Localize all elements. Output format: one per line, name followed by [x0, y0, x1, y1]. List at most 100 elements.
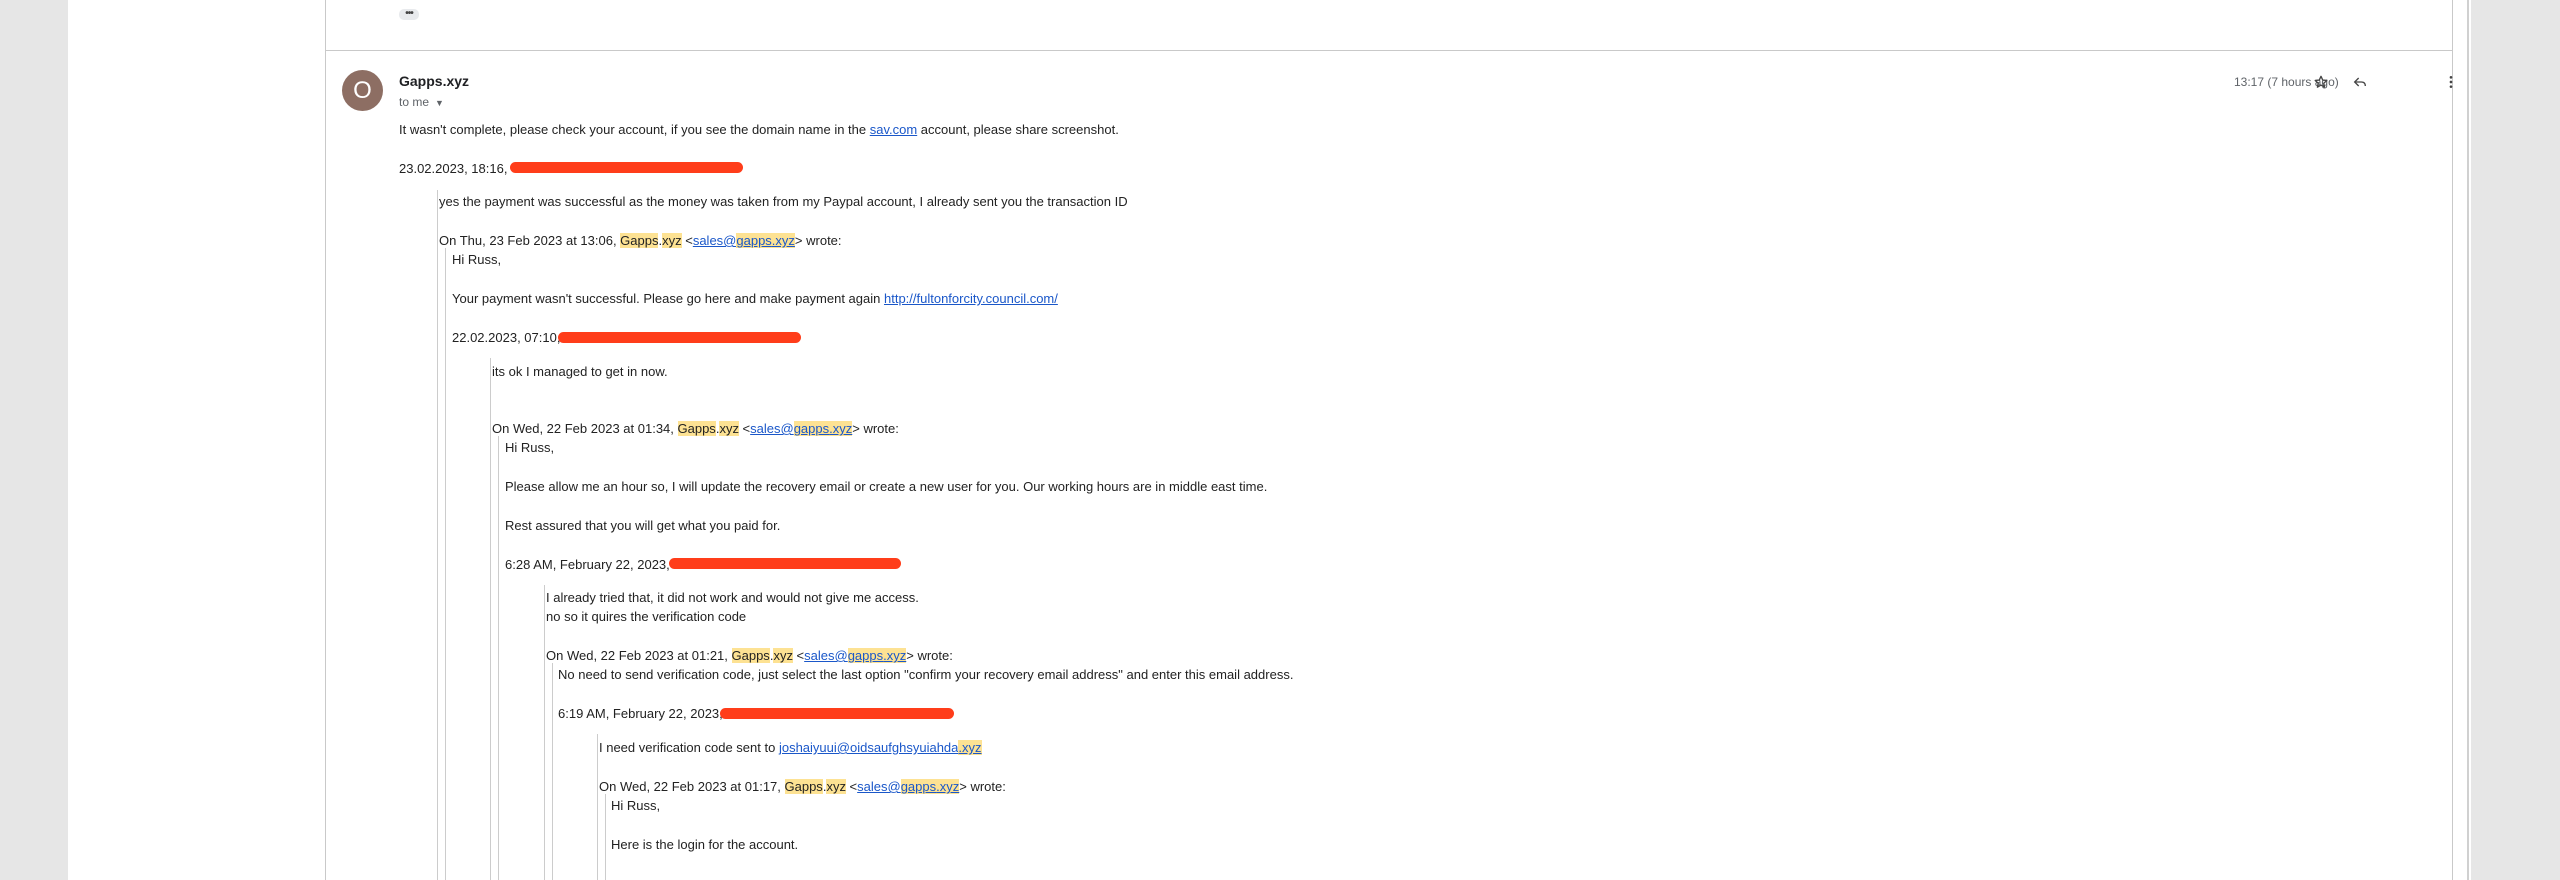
right-gutter — [2471, 0, 2560, 880]
sales-email-link[interactable]: sales@gapps.xyz — [804, 648, 907, 663]
highlight: gapps — [847, 648, 884, 663]
sales-email-link[interactable]: sales@gapps.xyz — [857, 779, 960, 794]
more-options-button[interactable] — [2439, 70, 2463, 94]
text-segment: sales@ — [750, 421, 794, 436]
quote-bar — [498, 436, 500, 880]
redaction-mark — [720, 708, 954, 719]
quote-text: its ok I managed to get in now. — [492, 364, 668, 379]
quote-text: No need to send verification code, just … — [558, 667, 1294, 682]
text-segment: < — [738, 421, 751, 436]
highlight: Gapps — [731, 648, 770, 663]
recipient-label: to me — [399, 95, 430, 109]
header-text: 23.02.2023, 18:16, — [399, 161, 508, 176]
quote-text: I already tried that, it did not work an… — [546, 590, 919, 605]
highlight: Gapps — [620, 233, 659, 248]
highlight: gapps — [793, 421, 830, 436]
quote-header: 6:19 AM, February 22, 2023, — [558, 706, 723, 721]
greeting: Hi Russ, — [452, 252, 502, 267]
header-text: 6:19 AM, February 22, 2023, — [558, 706, 723, 721]
highlight: gapps — [900, 779, 937, 794]
text-segment: account, please share screenshot. — [917, 122, 1119, 137]
highlight: gapps — [736, 233, 772, 248]
greeting: Hi Russ, — [505, 440, 555, 455]
message-card: ••• O Gapps.xyz to me ▼ 13:17 (7 hours ag… — [325, 0, 2453, 880]
right-divider — [2467, 0, 2469, 880]
quote-text: yes the payment was successful as the mo… — [439, 194, 1128, 209]
show-trimmed-content-button[interactable]: ••• — [399, 9, 419, 20]
text-segment: sales@ — [692, 233, 737, 248]
payment-link[interactable]: http://fultonforcity.council.com/ — [884, 291, 1058, 306]
quote-text: Your payment wasn't successful. Please g… — [452, 291, 1058, 306]
quote-text: Here is the login for the account. — [611, 837, 799, 852]
greeting: Hi Russ, — [611, 798, 661, 813]
star-button[interactable] — [2309, 70, 2333, 94]
redaction-mark — [558, 332, 801, 343]
chevron-down-icon[interactable]: ▼ — [435, 98, 444, 108]
highlight: xyz — [662, 233, 682, 248]
text-segment: I need verification code sent to — [599, 740, 779, 755]
recipient-details[interactable]: to me ▼ — [399, 95, 444, 109]
text-segment: > wrote: — [906, 648, 953, 663]
header-text: On Thu, 23 Feb 2023 at 13:06, — [439, 233, 621, 248]
header-text: 6:28 AM, February 22, 2023, — [505, 557, 670, 572]
text-segment: > wrote: — [794, 233, 842, 248]
reply-button[interactable] — [2348, 70, 2372, 94]
quote-header: On Wed, 22 Feb 2023 at 01:17, Gapps.xyz … — [599, 779, 1006, 794]
highlight: .xyz — [771, 233, 795, 248]
header-text: On Wed, 22 Feb 2023 at 01:17, — [599, 779, 785, 794]
quote-header: 23.02.2023, 18:16, — [399, 161, 507, 176]
header-text: 22.02.2023, 07:10, — [452, 330, 561, 345]
sender-name[interactable]: Gapps.xyz — [399, 73, 469, 89]
quote-bar — [552, 663, 554, 880]
sales-email-link[interactable]: sales@gapps.xyz — [693, 233, 795, 248]
text-segment: joshaiyuui@oidsaufghsyuiahda — [778, 740, 959, 755]
highlight: xyz — [826, 779, 846, 794]
quote-text: I need verification code sent to joshaiy… — [599, 740, 982, 755]
quote-header: 22.02.2023, 07:10, — [452, 330, 560, 345]
sav-link[interactable]: sav.com — [870, 122, 917, 137]
highlight: .xyz — [883, 648, 907, 663]
verification-email-link[interactable]: joshaiyuui@oidsaufghsyuiahda.xyz — [779, 740, 982, 755]
highlight: Gapps — [784, 779, 823, 794]
text-segment: < — [681, 233, 693, 248]
quote-header: On Thu, 23 Feb 2023 at 13:06, Gapps.xyz … — [439, 233, 842, 248]
text-segment: > wrote: — [959, 779, 1006, 794]
redaction-mark — [669, 558, 901, 569]
more-vert-icon — [2449, 76, 2453, 88]
redaction-mark — [510, 162, 743, 173]
avatar[interactable]: O — [342, 70, 383, 111]
star-icon — [2314, 75, 2328, 88]
sales-email-link[interactable]: sales@gapps.xyz — [750, 421, 853, 436]
highlight: xyz — [719, 421, 739, 436]
quote-header: 6:28 AM, February 22, 2023, — [505, 557, 670, 572]
quote-header: On Wed, 22 Feb 2023 at 01:34, Gapps.xyz … — [492, 421, 899, 436]
quote-bar — [490, 358, 492, 880]
quote-text: no so it quires the verification code — [546, 609, 747, 624]
text-segment: < — [845, 779, 858, 794]
header-text: On Wed, 22 Feb 2023 at 01:34, — [492, 421, 678, 436]
highlight: .xyz — [958, 740, 982, 755]
quote-bar — [437, 190, 439, 880]
quote-bar — [445, 248, 447, 880]
text-segment: It wasn't complete, please check your ac… — [399, 122, 870, 137]
highlight: .xyz — [829, 421, 853, 436]
quote-text: Please allow me an hour so, I will updat… — [505, 479, 1268, 494]
reply-icon — [2353, 77, 2366, 87]
highlight: Gapps — [677, 421, 716, 436]
text-segment: sales@ — [804, 648, 848, 663]
message-text: It wasn't complete, please check your ac… — [399, 122, 1119, 137]
text-segment: > wrote: — [852, 421, 899, 436]
quote-bar — [605, 794, 607, 880]
quote-text: Rest assured that you will get what you … — [505, 518, 781, 533]
text-segment: sales@ — [857, 779, 901, 794]
quote-bar — [597, 734, 599, 880]
quote-bar — [544, 585, 546, 880]
quote-header: On Wed, 22 Feb 2023 at 01:21, Gapps.xyz … — [546, 648, 953, 663]
text-segment: < — [792, 648, 805, 663]
left-gutter — [0, 0, 68, 880]
text-segment: Your payment wasn't successful. Please g… — [452, 291, 884, 306]
previous-message: ••• — [326, 0, 2452, 51]
highlight: .xyz — [936, 779, 960, 794]
highlight: xyz — [773, 648, 793, 663]
header-text: On Wed, 22 Feb 2023 at 01:21, — [546, 648, 732, 663]
